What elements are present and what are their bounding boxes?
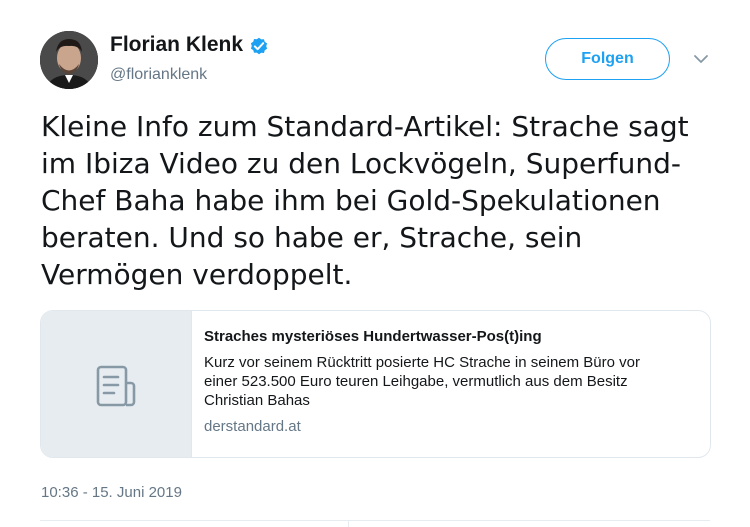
divider — [40, 520, 710, 521]
document-icon — [96, 365, 136, 407]
link-card-description-line: Kurz vor seinem Rücktritt posierte HC St… — [204, 354, 640, 371]
link-card-description: Kurz vor seinem Rücktritt posierte HC St… — [204, 353, 704, 410]
link-card[interactable]: Straches mysteriöses Hundertwasser-Pos(t… — [40, 310, 711, 458]
tweet-text-line: Kleine Info zum Standard-Artikel: Strach… — [41, 110, 689, 143]
tweet-text-line: Vermögen verdoppelt. — [41, 258, 353, 291]
divider-tick — [348, 520, 349, 527]
tweet: Florian Klenk @florianklenk Folgen Klein… — [0, 0, 750, 527]
follow-button-label: Folgen — [581, 50, 634, 67]
tweet-text-line: beraten. Und so habe er, Strache, sein — [41, 221, 583, 254]
tweet-text-line: Chef Baha habe ihm bei Gold-Spekulatione… — [41, 184, 661, 217]
link-card-title: Straches mysteriöses Hundertwasser-Pos(t… — [204, 328, 542, 345]
link-card-description-line: Christian Bahas — [204, 392, 310, 409]
author-handle[interactable]: @florianklenk — [110, 66, 207, 84]
link-card-thumbnail — [41, 311, 192, 457]
tweet-text: Kleine Info zum Standard-Artikel: Strach… — [41, 108, 721, 293]
avatar-image — [40, 31, 98, 89]
follow-button[interactable]: Folgen — [545, 38, 670, 80]
tweet-text-line: im Ibiza Video zu den Lockvögeln, Superf… — [41, 147, 681, 180]
verified-badge-icon — [250, 37, 268, 55]
link-card-description-line: einer 523.500 Euro teuren Leihgabe, verm… — [204, 373, 628, 390]
link-card-domain: derstandard.at — [204, 418, 301, 435]
avatar[interactable] — [40, 31, 98, 89]
chevron-down-icon[interactable] — [693, 53, 709, 65]
author-display-name[interactable]: Florian Klenk — [110, 33, 243, 57]
link-card-body: Straches mysteriöses Hundertwasser-Pos(t… — [204, 325, 704, 435]
tweet-timestamp[interactable]: 10:36 - 15. Juni 2019 — [41, 484, 182, 501]
